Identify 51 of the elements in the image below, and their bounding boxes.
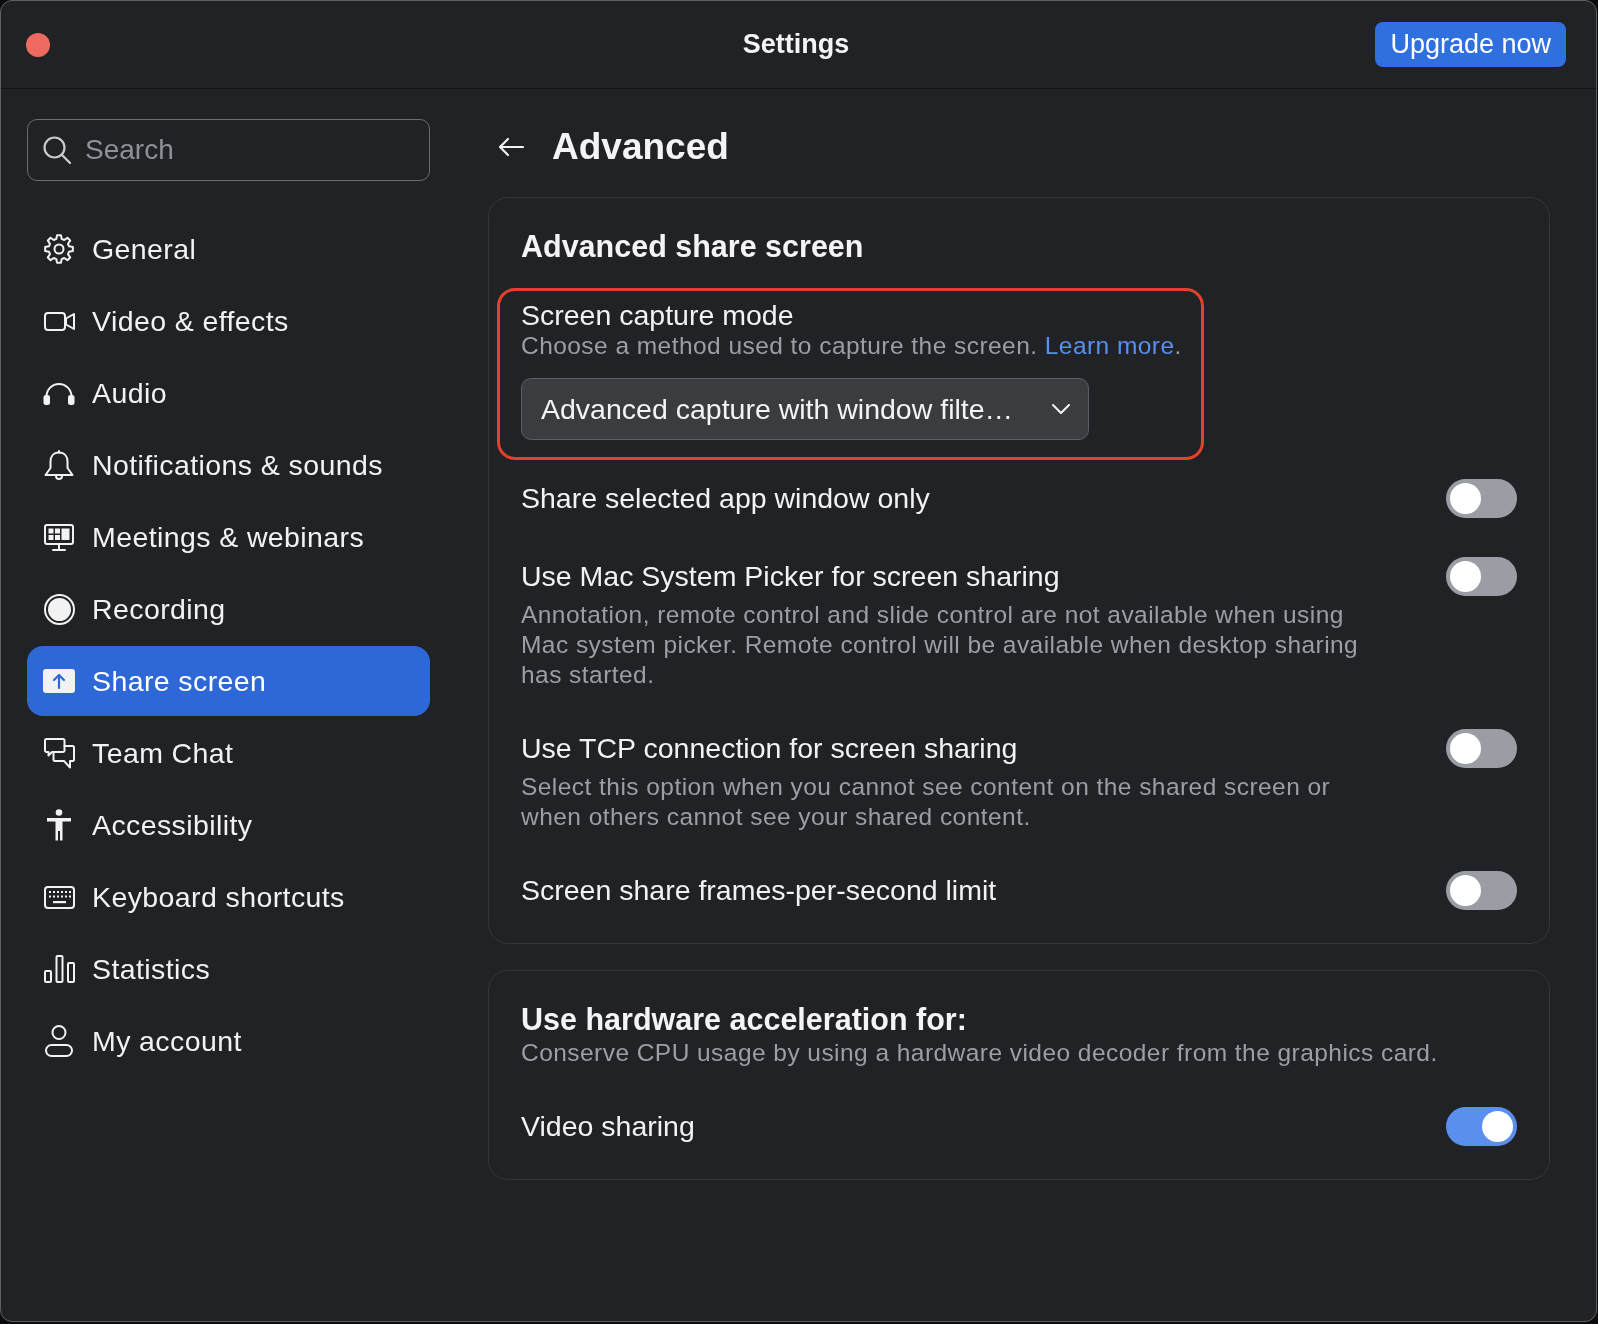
sidebar-item[interactable]: Statistics: [27, 934, 430, 1004]
sidebar-item[interactable]: Share screen: [27, 646, 430, 716]
upgrade-button[interactable]: Upgrade now: [1375, 22, 1566, 67]
toggle-switch[interactable]: [1446, 871, 1517, 910]
headphones-icon: [43, 381, 75, 405]
sidebar-item[interactable]: Recording: [27, 574, 430, 644]
keyboard-icon: [43, 885, 75, 909]
setting-description: Annotation, remote control and slide control are not available when using Mac system picker. Remote control will be available when desktop sharing has started.: [521, 600, 1360, 690]
share-screen-icon: [43, 669, 75, 693]
sidebar-item[interactable]: Video & effects: [27, 286, 430, 356]
setting-label: Screen share frames-per-second limit: [521, 873, 998, 908]
section-description: Conserve CPU usage by using a hardware video decoder from the graphics card.: [521, 1038, 1439, 1068]
sidebar-item[interactable]: My account: [27, 1006, 430, 1076]
setting-label: Share selected app window only: [521, 481, 931, 516]
setting-label: Screen capture mode: [521, 299, 794, 331]
sidebar-item[interactable]: Meetings & webinars: [27, 502, 430, 572]
search-field[interactable]: Search: [27, 119, 430, 181]
toggle-switch[interactable]: [1446, 1107, 1517, 1146]
monitor-icon: [44, 523, 74, 551]
person-icon: [45, 1025, 73, 1057]
setting-description: Select this option when you cannot see content on the shared screen or when others cannot see your shared content.: [521, 772, 1332, 832]
sidebar-item[interactable]: Accessibility: [27, 790, 430, 860]
sidebar-item[interactable]: Keyboard shortcuts: [27, 862, 430, 932]
sidebar-item[interactable]: General: [27, 214, 430, 284]
search-icon: [43, 136, 71, 164]
page-title: Advanced: [552, 125, 729, 169]
close-icon[interactable]: [26, 32, 50, 57]
video-camera-icon: [43, 311, 75, 331]
setting-description: Choose a method used to capture the screen. Learn more.: [521, 331, 1182, 361]
section-title: Advanced share screen: [521, 228, 865, 265]
gear-icon: [44, 234, 74, 264]
window-title: Settings: [742, 29, 850, 60]
setting-label: Video sharing: [521, 1109, 696, 1144]
capture-mode-dropdown[interactable]: Advanced capture with window filte…: [521, 378, 1089, 440]
setting-label: Use Mac System Picker for screen sharing: [521, 559, 1061, 594]
toggle-switch[interactable]: [1446, 557, 1517, 596]
setting-label: Use TCP connection for screen sharing: [521, 731, 1019, 766]
toggle-switch[interactable]: [1446, 729, 1517, 768]
chevron-down-icon: [1052, 404, 1070, 414]
sidebar-item[interactable]: Team Chat: [27, 718, 430, 788]
accessibility-icon: [46, 809, 72, 841]
toggle-switch[interactable]: [1446, 479, 1517, 518]
chat-bubbles-icon: [43, 737, 75, 769]
back-arrow-icon[interactable]: [498, 137, 524, 157]
bell-icon: [44, 449, 74, 481]
section-title: Use hardware acceleration for:: [521, 1001, 968, 1038]
learn-more-link[interactable]: Learn more: [1044, 332, 1175, 359]
record-icon: [43, 593, 75, 625]
sidebar-item[interactable]: Notifications & sounds: [27, 430, 430, 500]
sidebar-item[interactable]: Audio: [27, 358, 430, 428]
bar-chart-icon: [43, 955, 75, 983]
